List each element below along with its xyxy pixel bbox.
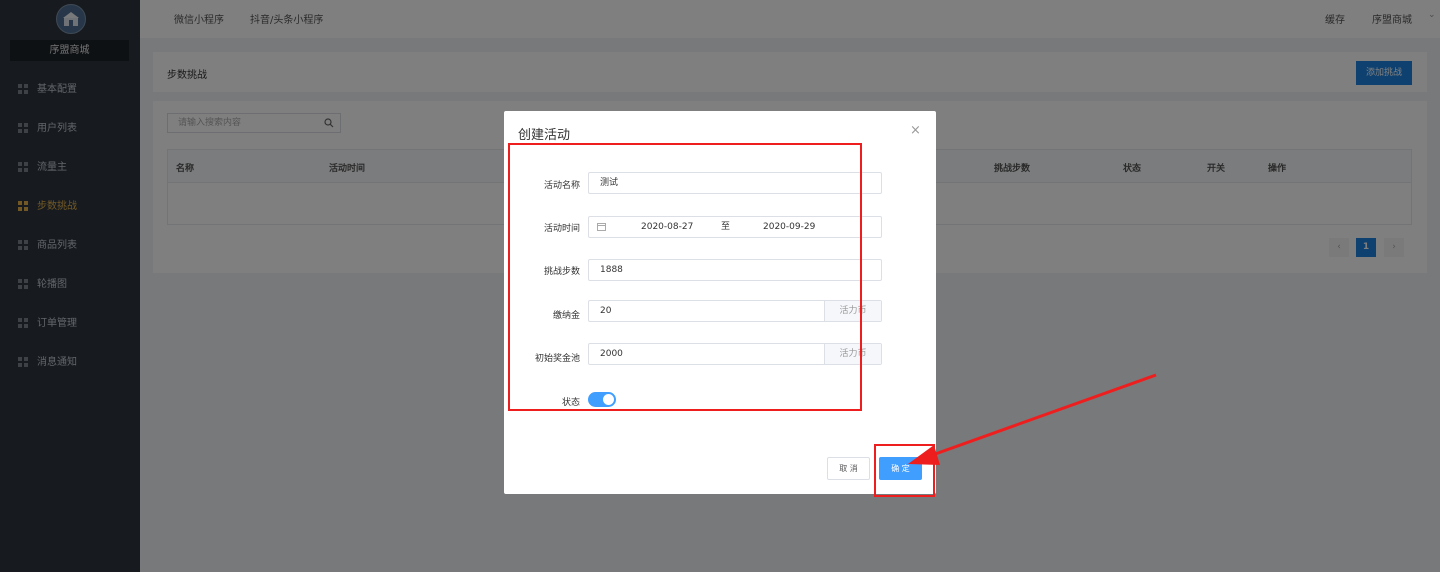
annotation-arrow-icon [908, 373, 1157, 465]
